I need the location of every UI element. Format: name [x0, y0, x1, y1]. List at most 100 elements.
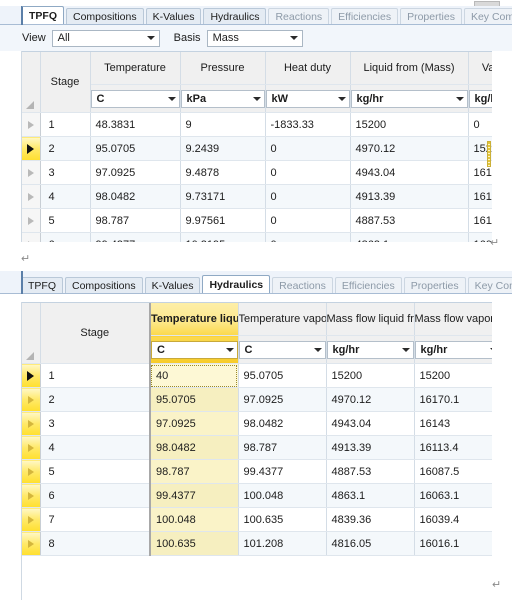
column-header-stage[interactable]: Stage [40, 303, 151, 364]
data-cell[interactable]: 48.3831 [90, 112, 181, 137]
data-cell[interactable]: 15200 [414, 363, 492, 388]
data-cell[interactable]: 4970.12 [350, 136, 469, 161]
data-cell[interactable]: 0 [265, 160, 351, 185]
table-row[interactable]: 7 100.048 100.635 4839.36 16039.4 [22, 507, 492, 532]
column-header-temperature-vapor-to[interactable]: Temperature vapor to [238, 303, 327, 336]
data-cell[interactable]: 9.97561 [180, 208, 266, 233]
table-row[interactable]: 598.7879.9756104887.5316113.4 [22, 208, 492, 233]
stage-cell[interactable]: 4 [40, 184, 91, 209]
data-cell[interactable]: 4887.53 [350, 208, 469, 233]
stage-cell[interactable]: 7 [40, 507, 151, 532]
row-selector-cell[interactable] [22, 411, 41, 436]
data-cell[interactable]: 16087.5 [414, 459, 492, 484]
data-cell[interactable]: 98.0482 [90, 184, 181, 209]
data-cell[interactable]: 9.2439 [180, 136, 266, 161]
data-cell[interactable]: 15200 [326, 363, 415, 388]
tab-hydraulics[interactable]: Hydraulics [203, 8, 267, 24]
unit-select-cell[interactable]: kW [265, 84, 351, 113]
data-cell[interactable]: 100.048 [238, 483, 327, 508]
table-row[interactable]: 699.437710.219504863.116087.5 [22, 232, 492, 242]
row-selector-cell[interactable] [22, 232, 41, 242]
unit-select-cell[interactable]: kPa [180, 84, 266, 113]
data-cell[interactable]: 0 [265, 136, 351, 161]
stage-cell[interactable]: 6 [40, 483, 151, 508]
table-row[interactable]: 8 100.635 101.208 4816.05 16016.1 [22, 531, 492, 556]
data-cell[interactable]: 40 [149, 363, 239, 388]
tab-key-components[interactable]: Key Components [467, 277, 512, 293]
stage-cell[interactable]: 3 [40, 411, 151, 436]
data-cell[interactable]: 97.0925 [90, 160, 181, 185]
grid-corner-cell[interactable] [22, 52, 41, 113]
data-cell[interactable]: 0 [265, 208, 351, 233]
basis-select[interactable]: Mass [206, 29, 303, 47]
column-header-heat-duty[interactable]: Heat duty [265, 52, 351, 85]
data-cell[interactable]: 16113.4 [414, 435, 492, 460]
unit-select[interactable]: kg/hr [414, 340, 492, 359]
data-cell[interactable]: 98.787 [90, 208, 181, 233]
unit-select[interactable]: kW [265, 89, 349, 108]
data-cell[interactable]: 4943.04 [350, 160, 469, 185]
data-cell[interactable]: 4887.53 [326, 459, 415, 484]
data-cell[interactable]: 98.0482 [238, 411, 327, 436]
stage-cell[interactable]: 2 [40, 136, 91, 161]
column-header-mass-flow-liquid-from[interactable]: Mass flow liquid from [326, 303, 415, 336]
unit-select[interactable]: kg/hr [468, 89, 492, 108]
tab-k-values[interactable]: K-Values [145, 8, 202, 24]
data-cell[interactable]: 9.73171 [180, 184, 266, 209]
data-cell[interactable]: 95.0705 [149, 387, 239, 412]
data-cell[interactable]: 98.0482 [149, 435, 239, 460]
data-cell[interactable]: 95.0705 [90, 136, 181, 161]
unit-select[interactable]: kg/hr [350, 89, 467, 108]
vertical-scroll-nub[interactable] [487, 141, 491, 167]
tab-efficiencies[interactable]: Efficiencies [334, 277, 402, 293]
tab-efficiencies[interactable]: Efficiencies [331, 8, 399, 24]
data-cell[interactable]: 16039.4 [414, 507, 492, 532]
table-row[interactable]: 3 97.0925 98.0482 4943.04 16143 [22, 411, 492, 436]
tab-key-components[interactable]: Key Components [463, 8, 512, 24]
data-cell[interactable]: 16016.1 [414, 531, 492, 556]
column-header-temperature[interactable]: Temperature [90, 52, 181, 85]
data-cell[interactable]: -1833.33 [265, 112, 351, 137]
data-cell[interactable]: 15200 [350, 112, 469, 137]
data-cell[interactable]: 16170.1 [414, 387, 492, 412]
column-header-temperature-liquid-from[interactable]: Temperature liquid from [149, 303, 239, 336]
table-row[interactable]: 2 95.0705 97.0925 4970.12 16170.1 [22, 387, 492, 412]
row-selector-cell[interactable] [22, 459, 41, 484]
unit-select-cell[interactable]: C [90, 84, 181, 113]
table-row[interactable]: 6 99.4377 100.048 4863.1 16063.1 [22, 483, 492, 508]
stage-cell[interactable]: 1 [40, 363, 151, 388]
table-row[interactable]: 498.04829.7317104913.3916143 [22, 184, 492, 209]
tab-hydraulics[interactable]: Hydraulics [202, 275, 271, 293]
grid-corner-cell[interactable] [22, 303, 41, 364]
row-selector-cell[interactable] [22, 531, 41, 556]
stage-cell[interactable]: 8 [40, 531, 151, 556]
stage-cell[interactable]: 3 [40, 160, 91, 185]
data-cell[interactable]: 100.048 [149, 507, 239, 532]
data-cell[interactable]: 4863.1 [350, 232, 469, 242]
tab-tpfq[interactable]: TPFQ [21, 6, 64, 24]
column-header-vapor-from-mass[interactable]: Vapor from (Mass) [468, 52, 492, 85]
tab-reactions[interactable]: Reactions [268, 8, 330, 24]
data-cell[interactable]: 0 [468, 112, 492, 137]
tab-k-values[interactable]: K-Values [144, 277, 201, 293]
hydraulics-grid-container[interactable]: StageTemperature liquid fromTemperature … [21, 302, 492, 600]
stage-cell[interactable]: 1 [40, 112, 91, 137]
row-selector-cell[interactable] [22, 387, 41, 412]
data-cell[interactable]: 16063.1 [414, 483, 492, 508]
table-row[interactable]: 5 98.787 99.4377 4887.53 16087.5 [22, 459, 492, 484]
column-header-pressure[interactable]: Pressure [180, 52, 266, 85]
unit-select-cell[interactable]: C [149, 335, 239, 364]
data-cell[interactable]: 95.0705 [238, 363, 327, 388]
stage-cell[interactable]: 6 [40, 232, 91, 242]
data-cell[interactable]: 100.635 [238, 507, 327, 532]
row-selector-cell[interactable] [22, 160, 41, 185]
column-header-stage[interactable]: Stage [40, 52, 91, 113]
tab-reactions[interactable]: Reactions [272, 277, 333, 293]
column-header-mass-flow-vapor-to[interactable]: Mass flow vapor to [414, 303, 492, 336]
data-cell[interactable]: 99.4377 [149, 483, 239, 508]
tab-compositions[interactable]: Compositions [66, 8, 144, 24]
tab-properties[interactable]: Properties [403, 277, 466, 293]
data-cell[interactable]: 0 [265, 184, 351, 209]
data-cell[interactable]: 4816.05 [326, 531, 415, 556]
hydraulics-grid[interactable]: StageTemperature liquid fromTemperature … [22, 303, 492, 556]
